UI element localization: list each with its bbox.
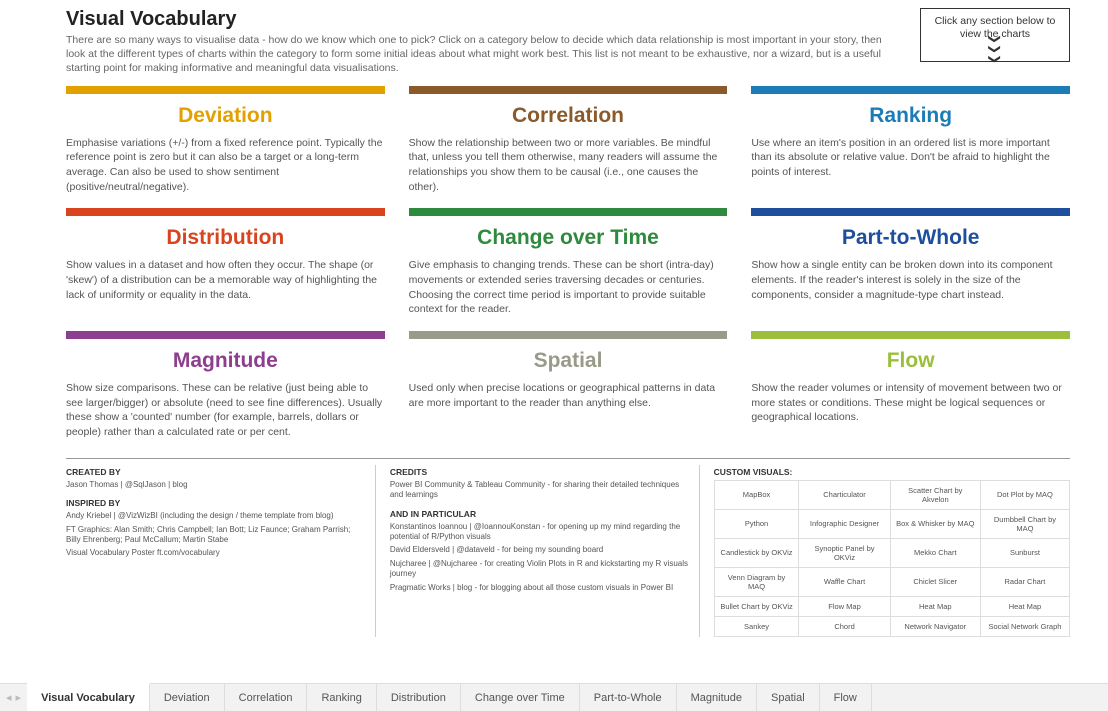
custom-visual-cell: Synoptic Panel by OKViz [799,538,890,567]
footer-line: Andy Kriebel | @VizWizBI (including the … [66,511,365,521]
category-color-bar [66,208,385,216]
custom-visual-cell: MapBox [714,480,799,509]
custom-visual-cell: Sunburst [980,538,1069,567]
category-title: Correlation [409,104,728,128]
category-desc: Emphasise variations (+/-) from a fixed … [66,136,385,195]
category-color-bar [751,331,1070,339]
footer-line: FT Graphics: Alan Smith; Chris Campbell;… [66,525,365,546]
custom-visual-cell: Dot Plot by MAQ [980,480,1069,509]
category-card-part-to-whole[interactable]: Part-to-Whole Show how a single entity ca… [751,208,1070,317]
category-card-flow[interactable]: Flow Show the reader volumes or intensity… [751,331,1070,440]
tab-change-over-time[interactable]: Change over Time [461,684,580,711]
custom-visual-cell: Charticulator [799,480,890,509]
category-card-magnitude[interactable]: Magnitude Show size comparisons. These ca… [66,331,385,440]
custom-visual-cell: Radar Chart [980,567,1069,596]
tab-magnitude[interactable]: Magnitude [677,684,757,711]
custom-visual-cell: Python [714,509,799,538]
category-color-bar [751,86,1070,94]
custom-visual-cell: Social Network Graph [980,616,1069,636]
category-color-bar [751,208,1070,216]
credits-line: Power BI Community & Tableau Community -… [390,480,689,501]
category-title: Change over Time [409,226,728,250]
category-card-spatial[interactable]: Spatial Used only when precise locations … [409,331,728,440]
custom-visual-cell: Infographic Designer [799,509,890,538]
category-card-distribution[interactable]: Distribution Show values in a dataset and… [66,208,385,317]
category-desc: Used only when precise locations or geog… [409,381,728,410]
category-card-deviation[interactable]: Deviation Emphasise variations (+/-) from… [66,86,385,195]
custom-visual-cell: Heat Map [980,596,1069,616]
footer-customvisuals-col: CUSTOM VISUALS: MapBoxCharticulatorScatt… [714,465,1070,637]
category-desc: Use where an item's position in an order… [751,136,1070,180]
category-title: Magnitude [66,349,385,373]
custom-visual-cell: Bullet Chart by OKViz [714,596,799,616]
category-desc: Show the relationship between two or mor… [409,136,728,195]
footer-line: Konstantinos Ioannou | @IoannouKonstan -… [390,522,689,543]
custom-visual-cell: Heat Map [890,596,980,616]
custom-visual-cell: Network Navigator [890,616,980,636]
category-card-change-over-time[interactable]: Change over Time Give emphasis to changin… [409,208,728,317]
category-color-bar [66,86,385,94]
category-title: Spatial [409,349,728,373]
custom-visuals-head: CUSTOM VISUALS: [714,467,1070,477]
tab-deviation[interactable]: Deviation [150,684,225,711]
tab-ranking[interactable]: Ranking [307,684,376,711]
tab-distribution[interactable]: Distribution [377,684,461,711]
category-title: Flow [751,349,1070,373]
footer-line: David Eldersveld | @dataveld - for being… [390,545,689,555]
category-desc: Show how a single entity can be broken d… [751,258,1070,302]
page-subtitle: There are so many ways to visualise data… [66,33,896,76]
footer-created-col: CREATED BY Jason Thomas | @SqlJason | bl… [66,465,376,637]
custom-visual-cell: Box & Whisker by MAQ [890,509,980,538]
category-title: Deviation [66,104,385,128]
tab-visual-vocabulary[interactable]: Visual Vocabulary [27,683,150,711]
footer-credits-col: CREDITS Power BI Community & Tableau Com… [390,465,700,637]
footer-line: Pragmatic Works | blog - for blogging ab… [390,583,689,593]
tab-part-to-whole[interactable]: Part-to-Whole [580,684,677,711]
tab-spatial[interactable]: Spatial [757,684,820,711]
footer-line: Nujcharee | @Nujcharee - for creating Vi… [390,559,689,580]
custom-visuals-table: MapBoxCharticulatorScatter Chart by Akve… [714,480,1070,637]
footer-line: Visual Vocabulary Poster ft.com/vocabula… [66,548,365,558]
category-card-ranking[interactable]: Ranking Use where an item's position in a… [751,86,1070,195]
custom-visual-cell: Chord [799,616,890,636]
tab-correlation[interactable]: Correlation [225,684,308,711]
category-desc: Show size comparisons. These can be rela… [66,381,385,440]
tab-flow[interactable]: Flow [820,684,872,711]
inspired-by-head: INSPIRED BY [66,498,365,508]
custom-visual-cell: Venn Diagram by MAQ [714,567,799,596]
category-card-correlation[interactable]: Correlation Show the relationship between… [409,86,728,195]
page-title: Visual Vocabulary [66,8,896,31]
category-color-bar [409,331,728,339]
custom-visual-cell: Waffle Chart [799,567,890,596]
category-title: Ranking [751,104,1070,128]
custom-visual-cell: Mekko Chart [890,538,980,567]
category-color-bar [409,86,728,94]
credits-head: CREDITS [390,467,689,477]
custom-visual-cell: Chiclet Slicer [890,567,980,596]
category-desc: Give emphasis to changing trends. These … [409,258,728,317]
category-color-bar [66,331,385,339]
custom-visual-cell: Sankey [714,616,799,636]
custom-visual-cell: Dumbbell Chart by MAQ [980,509,1069,538]
category-desc: Show the reader volumes or intensity of … [751,381,1070,425]
category-desc: Show values in a dataset and how often t… [66,258,385,302]
custom-visual-cell: Flow Map [799,596,890,616]
hint-box: Click any section below to view the char… [920,8,1070,62]
created-by-head: CREATED BY [66,467,365,477]
chevron-right-icon[interactable]: ▸ [16,691,22,704]
category-title: Distribution [66,226,385,250]
custom-visual-cell: Candlestick by OKViz [714,538,799,567]
custom-visual-cell: Scatter Chart by Akvelon [890,480,980,509]
tab-nav-arrows[interactable]: ◂ ▸ [0,684,27,711]
particular-head: AND IN PARTICULAR [390,509,689,519]
category-color-bar [409,208,728,216]
sheet-tabstrip: ◂ ▸ Visual VocabularyDeviationCorrelatio… [0,683,1108,711]
chevron-left-icon[interactable]: ◂ [6,691,12,704]
created-by-line: Jason Thomas | @SqlJason | blog [66,480,365,490]
chevron-down-icon: ❯❯❯ [989,34,1001,64]
category-title: Part-to-Whole [751,226,1070,250]
